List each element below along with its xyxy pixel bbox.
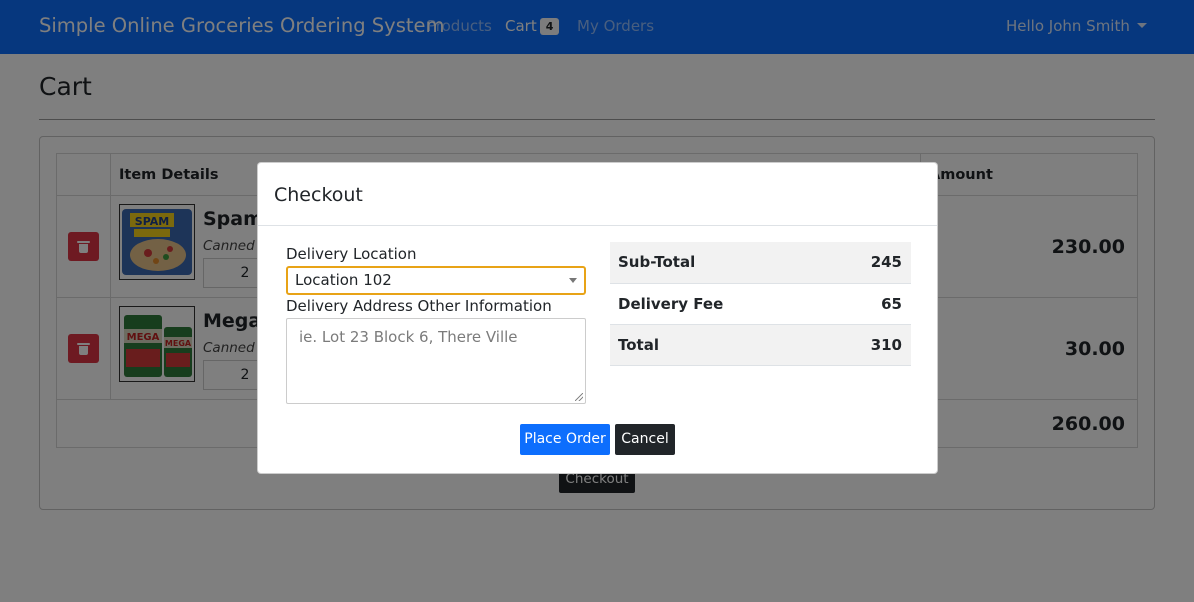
- resize-handle-icon[interactable]: [575, 393, 583, 401]
- total-value: 310: [831, 324, 911, 366]
- delivery-location-select[interactable]: Location 102: [286, 266, 586, 295]
- delivery-fee-value: 65: [831, 283, 911, 325]
- total-label: Total: [610, 324, 832, 366]
- checkout-modal: Checkout Delivery Location Location 102 …: [257, 162, 938, 474]
- order-summary-table: Sub-Total 245 Delivery Fee 65 Total 310: [610, 242, 911, 366]
- summary-row-total: Total 310: [610, 324, 911, 366]
- caret-down-icon: [569, 278, 577, 283]
- modal-title: Checkout: [274, 184, 363, 206]
- summary-row-delivery-fee: Delivery Fee 65: [610, 283, 911, 325]
- delivery-location-label: Delivery Location: [286, 245, 417, 263]
- subtotal-value: 245: [831, 242, 911, 284]
- subtotal-label: Sub-Total: [610, 242, 832, 284]
- place-order-button[interactable]: Place Order: [520, 424, 610, 455]
- summary-row-subtotal: Sub-Total 245: [610, 242, 911, 284]
- delivery-fee-label: Delivery Fee: [610, 283, 832, 325]
- address-placeholder: ie. Lot 23 Block 6, There Ville: [299, 328, 518, 346]
- address-label: Delivery Address Other Information: [286, 297, 552, 315]
- address-textarea[interactable]: ie. Lot 23 Block 6, There Ville: [286, 318, 586, 404]
- modal-header-divider: [258, 225, 937, 226]
- cancel-button[interactable]: Cancel: [615, 424, 675, 455]
- delivery-location-value: Location 102: [295, 271, 392, 289]
